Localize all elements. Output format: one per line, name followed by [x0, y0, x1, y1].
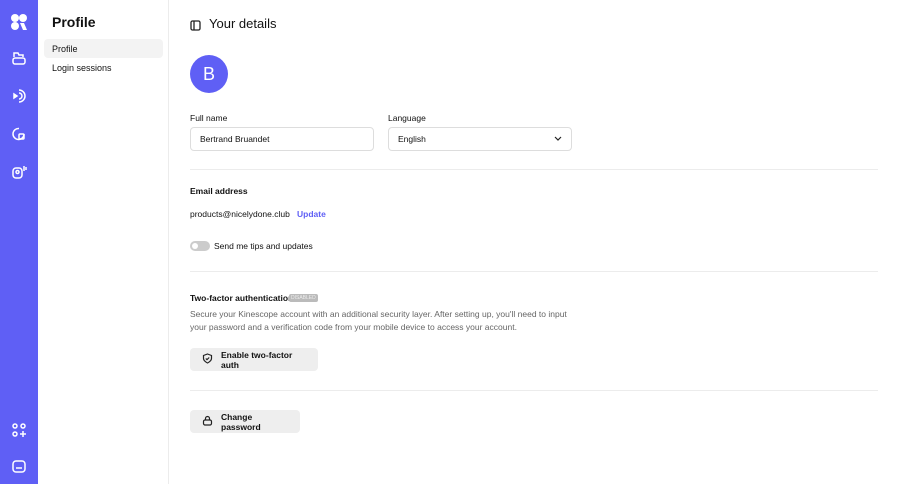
- tips-toggle[interactable]: [190, 241, 210, 251]
- analytics-icon[interactable]: [9, 124, 29, 144]
- avatar[interactable]: B: [190, 55, 228, 93]
- change-password-label: Change password: [221, 411, 261, 432]
- enable-two-factor-button[interactable]: Enable two-factor auth: [190, 348, 318, 371]
- page-title: Your details: [209, 16, 277, 31]
- sidebar-toggle-icon[interactable]: [190, 18, 201, 36]
- email-heading: Email address: [190, 186, 248, 196]
- status-badge: DISABLED: [289, 294, 318, 302]
- change-password-button[interactable]: Change password: [190, 410, 300, 433]
- chevron-down-icon: [554, 134, 562, 144]
- enable-two-factor-label: Enable two-factor auth: [221, 349, 293, 370]
- settings-sidebar: Profile Profile Login sessions: [38, 0, 169, 484]
- sidebar-item-login-sessions[interactable]: Login sessions: [44, 58, 163, 77]
- folder-icon[interactable]: [9, 48, 29, 68]
- language-value: English: [398, 134, 426, 144]
- two-factor-heading: Two-factor authentication: [190, 293, 294, 303]
- language-label: Language: [388, 113, 426, 123]
- sidebar-title: Profile: [52, 14, 96, 30]
- tips-label: Send me tips and updates: [214, 241, 313, 251]
- broadcast-icon[interactable]: [9, 86, 29, 106]
- sidebar-item-profile[interactable]: Profile: [44, 39, 163, 58]
- divider: [190, 390, 878, 391]
- apps-icon[interactable]: [9, 420, 29, 440]
- update-email-link[interactable]: Update: [297, 209, 326, 219]
- app-rail: [0, 0, 38, 484]
- lock-icon: [202, 415, 213, 428]
- divider: [190, 271, 878, 272]
- divider: [190, 169, 878, 170]
- shield-icon: [202, 353, 213, 366]
- full-name-label: Full name: [190, 113, 228, 123]
- speaker-icon[interactable]: [9, 162, 29, 182]
- email-value: products@nicelydone.club: [190, 209, 290, 219]
- chat-icon[interactable]: [9, 457, 29, 477]
- logo-icon[interactable]: [9, 12, 29, 32]
- full-name-input[interactable]: Bertrand Bruandet: [190, 127, 374, 151]
- two-factor-description: Secure your Kinescope account with an ad…: [190, 309, 567, 332]
- language-select[interactable]: English: [388, 127, 572, 151]
